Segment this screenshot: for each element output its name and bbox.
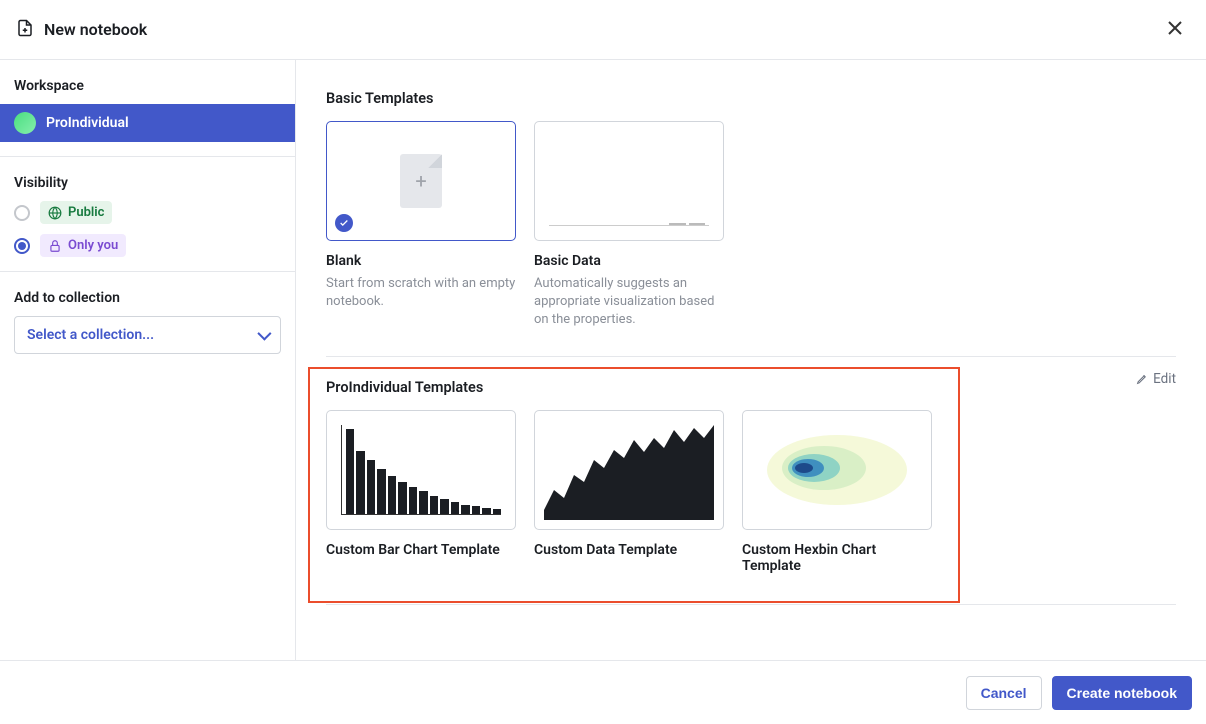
lock-icon (48, 239, 62, 253)
pro-templates-heading: ProIndividual Templates (326, 379, 1176, 396)
selected-check-icon (335, 214, 353, 232)
template-thumb-custom-hexbin (742, 410, 932, 530)
template-card-custom-bar[interactable]: Custom Bar Chart Template (326, 410, 516, 574)
close-icon (1168, 21, 1182, 35)
visibility-private-option[interactable]: Only you (14, 234, 281, 257)
public-badge: Public (40, 201, 112, 224)
notebook-icon (16, 19, 34, 41)
chevron-down-icon (257, 327, 271, 341)
template-thumb-blank: + (326, 121, 516, 241)
cancel-button[interactable]: Cancel (966, 676, 1042, 710)
file-plus-icon: + (400, 154, 442, 208)
visibility-heading: Visibility (14, 169, 281, 191)
template-card-custom-hexbin[interactable]: Custom Hexbin Chart Template (742, 410, 932, 574)
workspace-avatar (14, 112, 36, 134)
workspace-item[interactable]: ProIndividual (0, 104, 295, 142)
dialog-footer: Cancel Create notebook (0, 660, 1206, 724)
section-divider (326, 604, 1176, 605)
radio-unchecked (14, 205, 30, 221)
collection-select[interactable]: Select a collection... (14, 316, 281, 354)
close-button[interactable] (1160, 15, 1190, 44)
globe-icon (48, 206, 62, 220)
main-content: Basic Templates + Blank Start from scrat… (296, 60, 1206, 660)
template-title: Blank (326, 253, 516, 269)
template-thumb-custom-bar (326, 410, 516, 530)
sidebar: Workspace ProIndividual Visibility Publi… (0, 60, 296, 660)
collection-heading: Add to collection (14, 284, 281, 306)
template-title: Custom Data Template (534, 542, 724, 558)
template-desc: Start from scratch with an empty noteboo… (326, 275, 516, 311)
edit-templates-link[interactable]: Edit (1136, 371, 1176, 387)
radio-checked (14, 238, 30, 254)
section-divider (326, 356, 1176, 357)
template-title: Custom Bar Chart Template (326, 542, 516, 558)
private-badge: Only you (40, 234, 126, 257)
template-thumb-custom-data (534, 410, 724, 530)
template-card-custom-data[interactable]: Custom Data Template (534, 410, 724, 574)
workspace-name: ProIndividual (46, 115, 129, 131)
create-notebook-button[interactable]: Create notebook (1052, 676, 1192, 710)
dialog-title: New notebook (44, 20, 147, 39)
template-title: Custom Hexbin Chart Template (742, 542, 932, 574)
template-title: Basic Data (534, 253, 724, 269)
workspace-heading: Workspace (14, 72, 281, 94)
collection-placeholder: Select a collection... (27, 327, 154, 343)
visibility-public-option[interactable]: Public (14, 201, 281, 224)
template-thumb-basic-data (534, 121, 724, 241)
pencil-icon (1136, 372, 1149, 385)
template-card-basic-data[interactable]: Basic Data Automatically suggests an app… (534, 121, 724, 330)
template-desc: Automatically suggests an appropriate vi… (534, 275, 724, 330)
basic-templates-heading: Basic Templates (326, 90, 1176, 107)
template-card-blank[interactable]: + Blank Start from scratch with an empty… (326, 121, 516, 330)
